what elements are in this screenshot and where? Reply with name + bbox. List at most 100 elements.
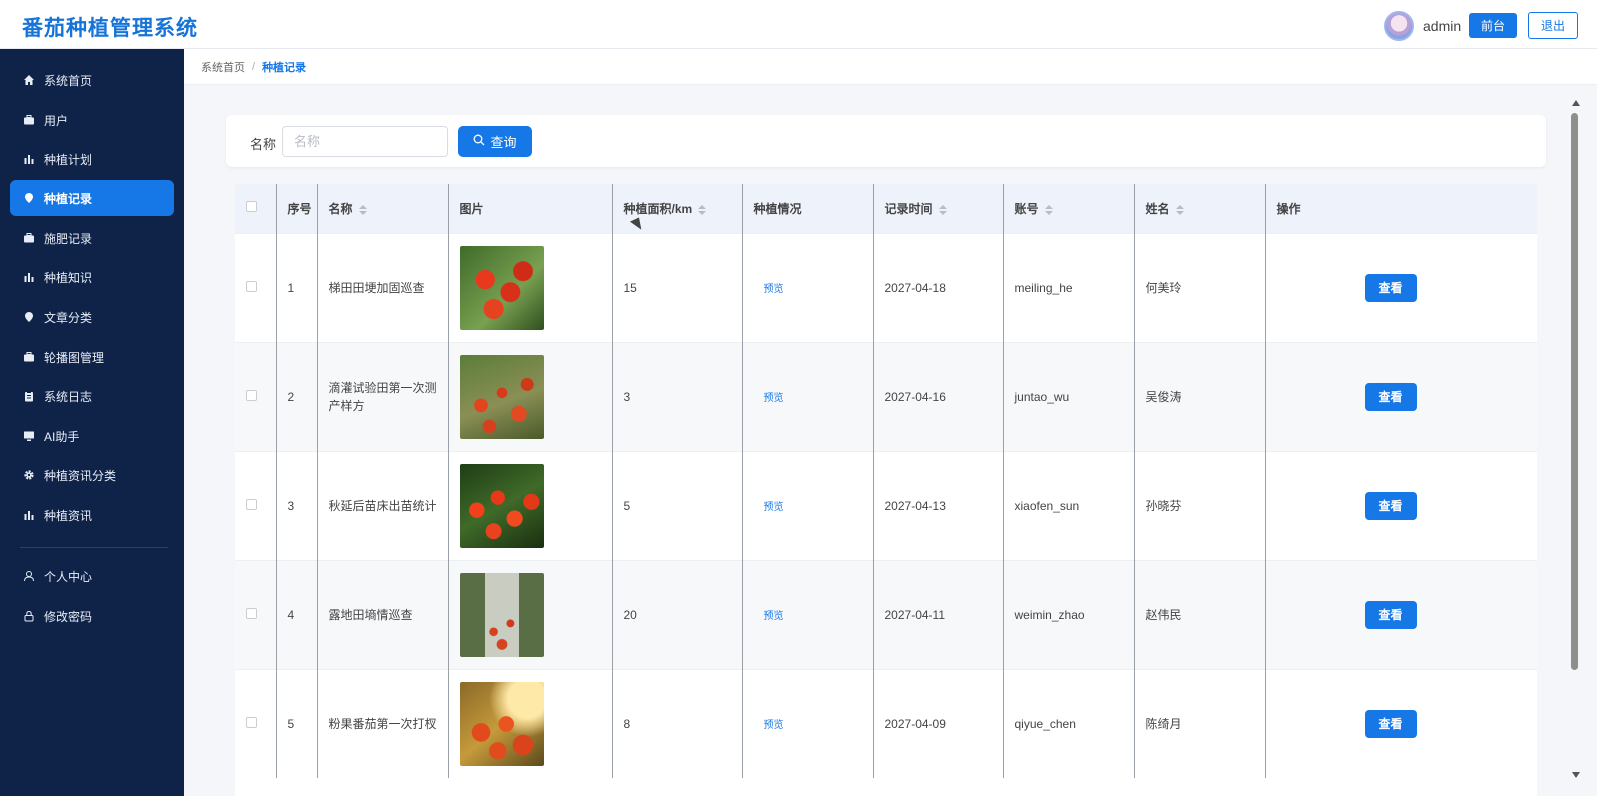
header-status: 种植情况: [742, 184, 874, 233]
cell-image: [448, 450, 613, 560]
gear-icon: [22, 468, 36, 482]
header-name[interactable]: 名称: [317, 184, 449, 233]
sort-icon[interactable]: [358, 204, 367, 215]
sidebar-item-users[interactable]: 用户: [10, 102, 174, 138]
briefcase-icon: [22, 350, 36, 364]
vertical-scrollbar[interactable]: [1571, 113, 1578, 670]
table-header-row: 序号 名称 图片 种植面积/km 种植情况 记录时间 账号 姓名 操作: [235, 184, 1537, 233]
sidebar-item-profile[interactable]: 个人中心: [10, 558, 174, 594]
cell-account: juntao_wu: [1003, 341, 1135, 451]
row-select[interactable]: [235, 559, 277, 669]
tomato-thumbnail[interactable]: [459, 681, 544, 766]
header-person-label: 姓名: [1145, 201, 1170, 216]
view-button[interactable]: 查看: [1364, 600, 1417, 629]
preview-link[interactable]: 预览: [754, 611, 784, 622]
view-button[interactable]: 查看: [1364, 491, 1417, 520]
sidebar-item-records[interactable]: 种植记录: [10, 180, 174, 216]
sort-icon[interactable]: [938, 204, 947, 215]
sidebar-item-change-password[interactable]: 修改密码: [10, 598, 174, 634]
row-select[interactable]: [235, 232, 277, 342]
header-person[interactable]: 姓名: [1134, 184, 1266, 233]
cell-image: [448, 341, 613, 451]
sidebar-item-logs[interactable]: 系统日志: [10, 378, 174, 414]
cell-person: 吴俊涛: [1134, 341, 1266, 451]
row-select[interactable]: [235, 341, 277, 451]
preview-link[interactable]: 预览: [754, 393, 784, 404]
main-content: 系统首页 / 种植记录 名称 查询 序: [184, 49, 1597, 796]
sidebar-item-carousel[interactable]: 轮播图管理: [10, 339, 174, 375]
bar-chart-icon: [22, 270, 36, 284]
sidebar-item-knowledge[interactable]: 种植知识: [10, 259, 174, 295]
view-button[interactable]: 查看: [1364, 709, 1417, 738]
cell-status: 预览: [742, 341, 874, 451]
briefcase-icon: [22, 231, 36, 245]
scroll-up-arrow-icon[interactable]: [1572, 100, 1580, 106]
header-account[interactable]: 账号: [1003, 184, 1135, 233]
header-index: 序号: [276, 184, 318, 233]
row-checkbox[interactable]: [246, 389, 257, 401]
front-button[interactable]: 前台: [1469, 13, 1517, 38]
tomato-thumbnail[interactable]: [459, 463, 544, 548]
header-account-label: 账号: [1014, 201, 1039, 216]
avatar[interactable]: [1384, 11, 1414, 41]
cell-image: [448, 668, 613, 778]
cell-time: 2027-04-09: [873, 668, 1004, 778]
sort-icon[interactable]: [1175, 204, 1184, 215]
sort-icon[interactable]: [1044, 204, 1053, 215]
breadcrumb-home[interactable]: 系统首页: [201, 59, 245, 75]
sidebar-item-label: 种植资讯分类: [44, 468, 117, 483]
row-checkbox[interactable]: [246, 280, 257, 292]
sidebar-item-label: 个人中心: [44, 569, 93, 584]
sidebar-item-fertilize[interactable]: 施肥记录: [10, 220, 174, 256]
cell-name: 粉果番茄第一次打杈: [317, 668, 449, 778]
scroll-down-arrow-icon[interactable]: [1572, 772, 1580, 778]
sidebar-item-article-category[interactable]: 文章分类: [10, 299, 174, 335]
sidebar-item-label: 系统日志: [44, 389, 93, 404]
sidebar: 系统首页 用户 种植计划 种植记录 施肥记录 种植知识 文章分类 轮播图管理 系…: [0, 49, 184, 796]
sidebar-item-ai-assistant[interactable]: AI助手: [10, 418, 174, 454]
sidebar-item-label: 修改密码: [44, 609, 93, 624]
cell-name: 秋延后苗床出苗统计: [317, 450, 449, 560]
sidebar-item-news[interactable]: 种植资讯: [10, 497, 174, 533]
row-checkbox[interactable]: [246, 498, 257, 510]
sidebar-item-plan[interactable]: 种植计划: [10, 141, 174, 177]
row-select[interactable]: [235, 668, 277, 778]
clipboard-icon: [22, 389, 36, 403]
cell-person: 赵伟民: [1134, 559, 1266, 669]
search-input[interactable]: [282, 126, 448, 157]
header-name-label: 名称: [328, 201, 353, 216]
table-row: 2 滴灌试验田第一次测产样方 3 预览 2027-04-16 juntao_wu…: [235, 341, 1537, 451]
sort-icon[interactable]: [698, 204, 707, 215]
row-checkbox[interactable]: [246, 716, 257, 728]
cell-time: 2027-04-13: [873, 450, 1004, 560]
logout-button[interactable]: 退出: [1528, 12, 1578, 39]
cell-action: 查看: [1265, 232, 1537, 342]
bar-chart-icon: [22, 152, 36, 166]
header-select-all[interactable]: [235, 184, 277, 233]
search-button[interactable]: 查询: [458, 126, 532, 157]
select-all-checkbox[interactable]: [246, 201, 257, 213]
row-checkbox[interactable]: [246, 607, 257, 619]
sidebar-item-label: AI助手: [44, 429, 80, 444]
header-time-label: 记录时间: [884, 201, 933, 216]
cell-person: 孙晓芬: [1134, 450, 1266, 560]
sidebar-item-news-category[interactable]: 种植资讯分类: [10, 457, 174, 493]
tomato-thumbnail[interactable]: [459, 572, 544, 657]
preview-link[interactable]: 预览: [754, 284, 784, 295]
view-button[interactable]: 查看: [1364, 273, 1417, 302]
cell-time: 2027-04-11: [873, 559, 1004, 669]
row-select[interactable]: [235, 450, 277, 560]
sidebar-item-label: 种植知识: [44, 270, 93, 285]
cell-time: 2027-04-16: [873, 341, 1004, 451]
preview-link[interactable]: 预览: [754, 720, 784, 731]
tomato-thumbnail[interactable]: [459, 245, 544, 330]
header-time[interactable]: 记录时间: [873, 184, 1004, 233]
sidebar-item-home[interactable]: 系统首页: [10, 62, 174, 98]
tomato-thumbnail[interactable]: [459, 354, 544, 439]
cell-account: xiaofen_sun: [1003, 450, 1135, 560]
view-button[interactable]: 查看: [1364, 382, 1417, 411]
preview-link[interactable]: 预览: [754, 502, 784, 513]
app-window: 番茄种植管理系统 admin 前台 退出 系统首页 用户 种植计划 种植记录 施…: [0, 0, 1597, 796]
username-label[interactable]: admin: [1423, 18, 1461, 34]
cell-person: 陈绮月: [1134, 668, 1266, 778]
